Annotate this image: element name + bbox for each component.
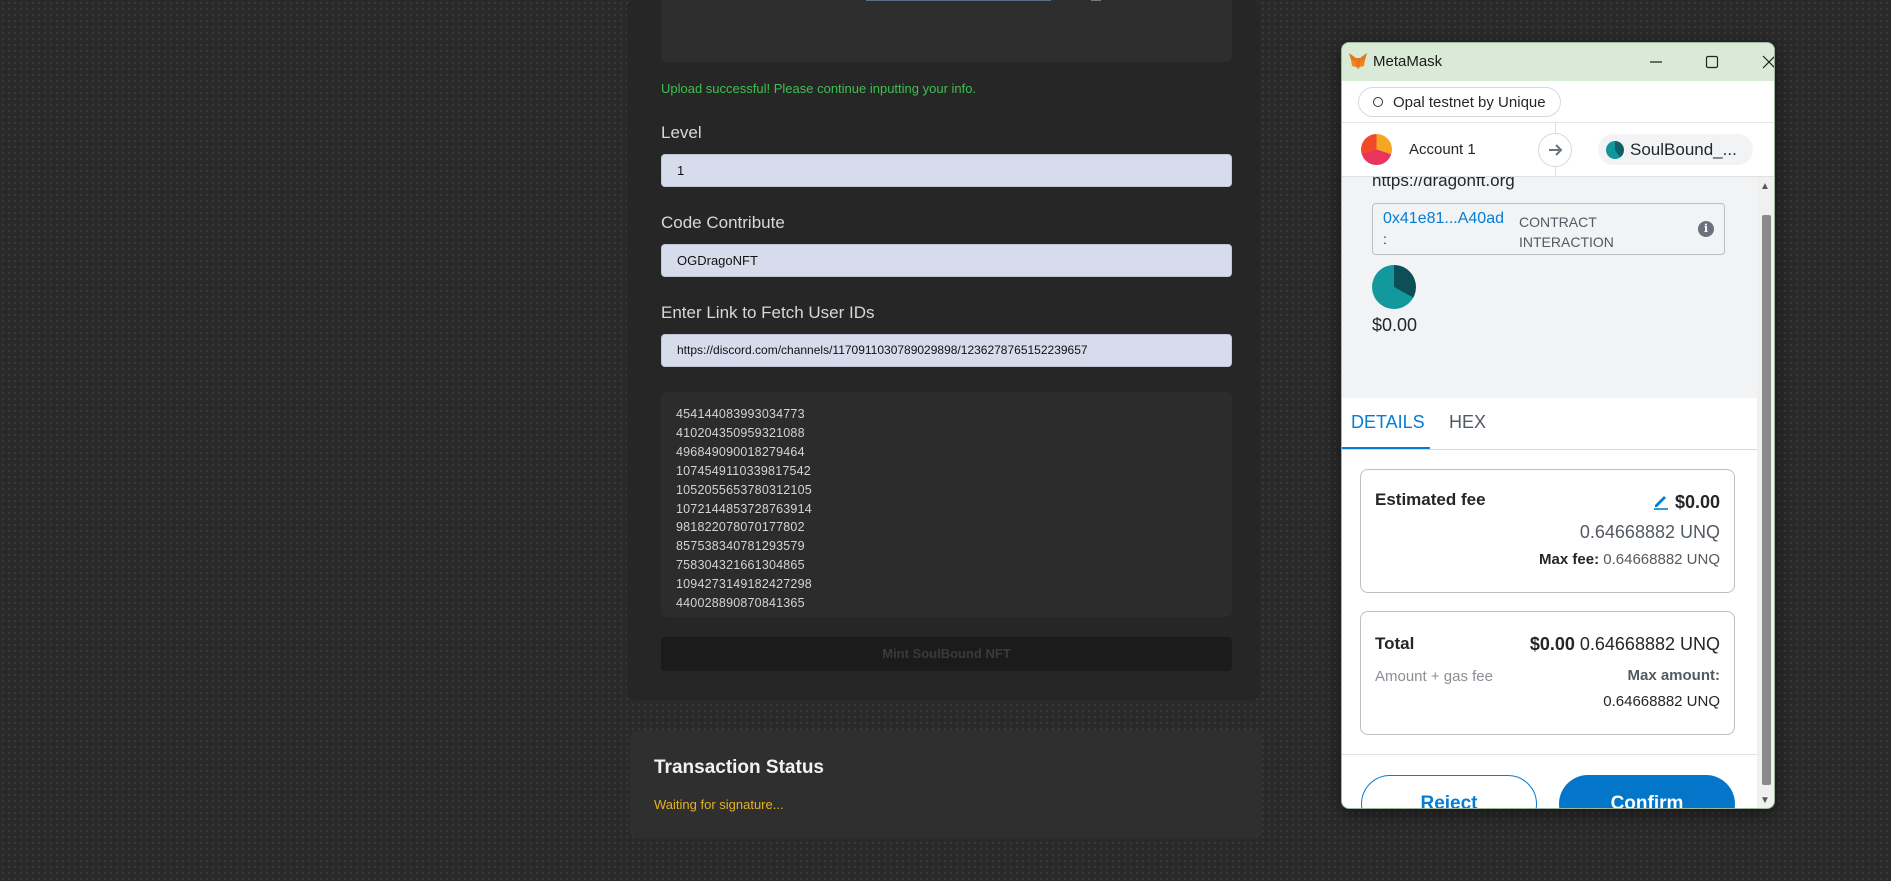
network-row: Opal testnet by Unique [1342,81,1774,123]
scroll-down-icon[interactable]: ▼ [1760,795,1770,806]
user-id-line: 440028890870841365 [676,596,805,611]
user-id-line: 496849090018279464 [676,444,805,459]
details-tabs: DETAILS HEX [1342,398,1757,450]
mint-soulbound-button[interactable]: Mint SoulBound NFT [661,637,1232,671]
active-tab-indicator [1342,447,1430,449]
transaction-summary: https://dragonft.org 0x41e81...A40ad : C… [1342,177,1757,398]
recipient-contract[interactable]: SoulBound_... [1598,134,1753,165]
fetch-link-label: Enter Link to Fetch User IDs [661,303,875,322]
account-avatar [1361,134,1392,165]
estimated-fee-amount: 0.64668882 UNQ [1579,522,1720,542]
network-name: Opal testnet by Unique [1393,93,1546,111]
minimize-icon[interactable] [1633,47,1679,77]
user-id-line: 981822078070177802 [676,520,805,535]
user-id-line: 1052055653780312105 [676,482,812,497]
network-status-icon [1373,97,1383,107]
network-selector[interactable]: Opal testnet by Unique [1358,87,1561,117]
metamask-fox-icon [1349,53,1367,69]
contract-identicon [1372,265,1416,309]
origin-url: https://dragonft.org [1372,177,1515,190]
transaction-value: $0.00 [1372,315,1418,335]
contract-interaction-box: 0x41e81...A40ad : CONTRACT INTERACTION i [1372,203,1725,255]
user-ids-textarea[interactable]: 454144083993034773 410204350959321088 49… [661,392,1232,617]
total-label: Total [1375,634,1415,653]
scrollbar[interactable]: ▲ ▼ [1757,177,1774,808]
upload-area[interactable] [661,0,1232,62]
tab-details[interactable]: DETAILS [1351,412,1425,433]
contract-colon: : [1383,231,1387,247]
total-amount: 0.64668882 UNQ [1579,634,1720,654]
level-input[interactable]: 1 [661,154,1232,187]
window-title: MetaMask [1373,53,1443,70]
upload-bar-end [1091,0,1101,1]
contract-avatar [1606,140,1624,159]
scroll-up-icon[interactable]: ▲ [1760,181,1770,192]
estimated-fee-usd: $0.00 [1674,492,1720,512]
arrow-right-icon [1538,133,1572,167]
estimated-fee-label: Estimated fee [1375,490,1486,509]
code-contribute-input[interactable]: OGDragoNFT [661,244,1232,277]
footer-divider [1342,754,1757,755]
contract-address-link[interactable]: 0x41e81...A40ad [1383,210,1504,228]
total-usd: $0.00 [1529,634,1575,654]
user-id-line: 758304321661304865 [676,558,805,573]
fetch-link-input[interactable]: https://discord.com/channels/11709110307… [661,334,1232,367]
total-sub-label: Amount + gas fee [1375,668,1493,685]
status-title: Transaction Status [654,757,824,778]
user-id-line: 1094273149182427298 [676,577,812,592]
reject-button[interactable]: Reject [1361,775,1537,808]
transaction-status-card: Transaction Status Waiting for signature… [630,730,1262,838]
user-id-line: 1074549110339817542 [676,463,811,478]
scroll-thumb[interactable] [1762,215,1771,785]
code-contribute-label: Code Contribute [661,213,785,232]
total-value: $0.00 0.64668882 UNQ [1530,634,1720,655]
metamask-window: MetaMask Opal testnet by Unique Account … [1341,42,1775,809]
confirmation-content[interactable]: https://dragonft.org 0x41e81...A40ad : C… [1342,177,1757,808]
user-id-line: 410204350959321088 [676,425,805,440]
account-row: Account 1 SoulBound_... [1342,123,1774,177]
contract-name: SoulBound_... [1630,139,1737,159]
interaction-type: CONTRACT INTERACTION [1519,214,1614,250]
info-icon[interactable]: i [1698,221,1714,237]
account-name: Account 1 [1409,141,1476,158]
level-label: Level [661,123,702,142]
window-titlebar[interactable]: MetaMask [1342,43,1774,81]
max-amount-label: Max amount: [1627,667,1720,684]
max-fee-label: Max fee: [1539,551,1600,568]
tab-hex[interactable]: HEX [1449,412,1486,433]
max-fee-value: 0.64668882 UNQ [1603,551,1720,568]
total-card: Total $0.00 0.64668882 UNQ Amount + gas … [1360,611,1735,735]
user-id-line: 454144083993034773 [676,407,805,421]
status-text: Waiting for signature... [654,797,784,812]
confirm-button[interactable]: Confirm [1559,775,1735,808]
max-amount-value: 0.64668882 UNQ [1603,693,1720,710]
upload-progress-bar [866,0,1051,1]
maximize-icon[interactable] [1689,47,1735,77]
mint-form-card: Upload successful! Please continue input… [627,0,1260,700]
close-icon[interactable] [1746,47,1774,77]
edit-pencil-icon[interactable] [1652,492,1670,510]
max-fee-row: Max fee: 0.64668882 UNQ [1539,551,1720,568]
estimated-fee-card: Estimated fee $0.00 0.64668882 UNQ Max f… [1360,469,1735,593]
user-id-line: 1072144853728763914 [676,501,812,516]
upload-success-message: Upload successful! Please continue input… [661,81,977,96]
user-id-line: 857538340781293579 [676,539,805,554]
